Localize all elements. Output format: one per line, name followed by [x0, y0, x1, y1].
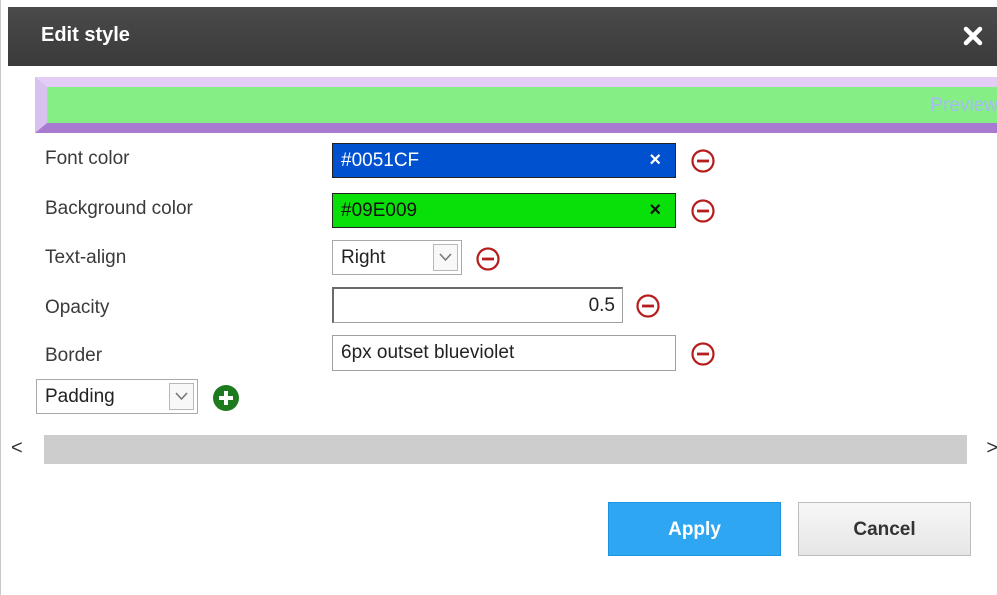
opacity-input[interactable]: 0.5: [332, 287, 623, 323]
border-input[interactable]: 6px outset blueviolet: [332, 335, 676, 371]
preview-text: Preview: [930, 95, 997, 116]
chevron-down-icon: [169, 383, 194, 410]
text-align-select[interactable]: Right: [332, 240, 462, 275]
text-align-value: Right: [341, 247, 386, 268]
dialog-titlebar: Edit style: [8, 7, 997, 66]
horizontal-scrollbar[interactable]: < >: [8, 432, 997, 466]
scroll-right-icon[interactable]: >: [986, 437, 997, 460]
background-color-label: Background color: [45, 198, 193, 219]
remove-font-color-icon[interactable]: [690, 148, 716, 174]
remove-background-color-icon[interactable]: [690, 198, 716, 224]
clear-font-color-icon[interactable]: ×: [649, 149, 661, 172]
font-color-field[interactable]: #0051CF ×: [332, 143, 676, 178]
cancel-button[interactable]: Cancel: [798, 502, 971, 556]
font-color-value: #0051CF: [341, 150, 420, 171]
border-label: Border: [45, 345, 103, 366]
add-property-select[interactable]: Padding: [36, 379, 198, 414]
remove-opacity-icon[interactable]: [635, 293, 661, 319]
apply-button[interactable]: Apply: [608, 502, 781, 556]
style-preview: Preview: [35, 77, 997, 133]
scrollbar-thumb[interactable]: [44, 435, 967, 464]
add-property-icon[interactable]: [212, 384, 240, 412]
text-align-label: Text-align: [45, 247, 127, 268]
dialog-title: Edit style: [41, 24, 130, 46]
chevron-down-icon: [433, 244, 458, 271]
edit-style-dialog: Edit style Preview Font color #0051CF × …: [0, 0, 997, 595]
background-color-field[interactable]: #09E009 ×: [332, 193, 676, 228]
remove-border-icon[interactable]: [690, 341, 716, 367]
border-value: 6px outset blueviolet: [341, 342, 515, 363]
opacity-label: Opacity: [45, 297, 110, 318]
remove-text-align-icon[interactable]: [475, 246, 501, 272]
scroll-left-icon[interactable]: <: [11, 437, 23, 460]
clear-background-color-icon[interactable]: ×: [649, 199, 661, 222]
add-property-value: Padding: [45, 386, 115, 407]
close-icon[interactable]: [960, 23, 986, 49]
background-color-value: #09E009: [341, 200, 418, 221]
opacity-value: 0.5: [588, 295, 615, 316]
font-color-label: Font color: [45, 148, 130, 169]
